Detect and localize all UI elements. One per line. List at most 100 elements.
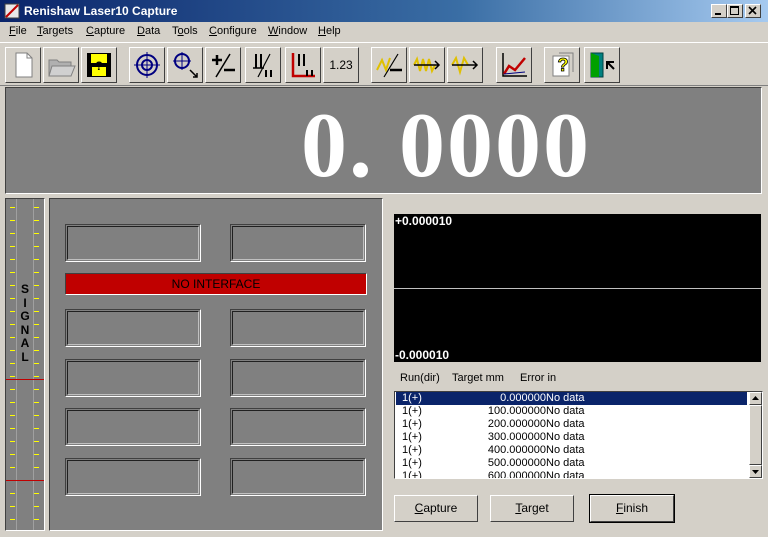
signal-tick [10,454,15,455]
signal-tick [10,259,15,260]
new-button[interactable] [5,47,41,83]
window-title: Renishaw Laser10 Capture [24,4,178,18]
target-icon [134,52,160,78]
list-item[interactable]: 1(+) 600.000000 No data [396,470,747,478]
status-field-9 [65,458,201,496]
signal-tick [34,467,39,468]
signal-tick [10,233,15,234]
signal-tick [34,246,39,247]
signal-tick [34,259,39,260]
graph-button[interactable] [496,47,532,83]
help-icon: ? [552,52,574,77]
signal-tick [10,337,15,338]
laser-beam-icon [376,53,402,78]
list-item[interactable]: 1(+) 0.000000 No data [396,392,747,405]
help-button[interactable]: ? [544,47,580,83]
column-header-run: Run(dir) [400,372,440,384]
list-item[interactable]: 1(+) 300.000000 No data [396,431,747,444]
signal-tick [34,233,39,234]
signal-tick [34,519,39,520]
list-item[interactable]: 1(+) 500.000000 No data [396,457,747,470]
signal-tick [34,441,39,442]
close-icon [748,6,757,15]
signal-tick [34,454,39,455]
signal-wave-button[interactable] [447,47,483,83]
scroll-up-button[interactable] [749,392,762,405]
close-button[interactable] [745,4,761,18]
signal-strength-bar: S I G N A L [5,198,45,531]
signal-wave-icon [451,55,479,76]
graph-top-label: +0.000010 [395,214,453,228]
status-field-3 [65,309,201,347]
wave-icon [413,56,441,74]
capture-button[interactable]: Capture [394,495,478,522]
maximize-button[interactable] [727,4,743,18]
reverse-button[interactable] [285,47,321,83]
list-item[interactable]: 1(+) 200.000000 No data [396,418,747,431]
menu-tools[interactable]: Tools [172,25,198,37]
signal-tick [34,506,39,507]
scroll-down-button[interactable] [749,465,762,478]
column-header-target: Target mm [452,372,504,384]
list-item[interactable]: 1(+) 400.000000 No data [396,444,747,457]
signal-tick [10,350,15,351]
pause-capture-button[interactable] [245,47,281,83]
signal-tick [34,402,39,403]
scroll-down-icon [752,470,759,474]
target-nav-button[interactable]: Target [490,495,574,522]
numeric-format-button[interactable]: 1.23 [323,47,359,83]
signal-tick [10,467,15,468]
error-graph: +0.000010 -0.000010 [394,214,761,362]
signal-tick [10,324,15,325]
menu-help[interactable]: Help [318,25,341,37]
save-button[interactable]: ? [81,47,117,83]
signal-threshold-upper [6,379,44,380]
signal-tick [34,428,39,429]
signal-tick [10,441,15,442]
open-button[interactable] [43,47,79,83]
signal-threshold-lower [6,480,44,481]
capture-area: +0.000010 -0.000010 Run(dir) Target mm E… [386,198,763,531]
target-button[interactable] [129,47,165,83]
capture-data-list[interactable]: 1(+) 0.000000 No data 1(+) 100.000000 No dat… [394,391,763,479]
numeric-format-label: 1.23 [329,58,353,72]
signal-tick [34,207,39,208]
signal-tick [34,285,39,286]
plus-minus-button[interactable] [205,47,241,83]
scroll-thumb[interactable] [749,405,762,465]
pause-capture-icon [253,53,272,78]
target-move-icon [173,52,198,78]
no-interface-banner: NO INTERFACE [65,273,367,295]
list-item[interactable]: 1(+) 100.000000 No data [396,405,747,418]
graph-zero-line [394,288,761,289]
laser-beam-button[interactable] [371,47,407,83]
finish-button[interactable]: Finish [589,494,675,523]
signal-tick [34,493,39,494]
minimize-button[interactable] [711,4,727,18]
reading-value: 0. 0000 [301,94,591,196]
signal-tick [10,285,15,286]
signal-tick [10,220,15,221]
signal-tick [34,272,39,273]
target-move-button[interactable] [167,47,203,83]
status-field-4 [230,309,366,347]
menu-targets[interactable]: Targets [37,25,73,37]
signal-tick [10,207,15,208]
menu-bar: File Targets Capture Data Tools Configur… [0,22,768,42]
list-scrollbar[interactable] [749,392,762,478]
open-folder-icon [48,59,76,77]
menu-window[interactable]: Window [268,25,307,37]
menu-capture[interactable]: Capture [86,25,125,37]
menu-file[interactable]: File [9,25,27,37]
exit-button[interactable] [584,47,620,83]
svg-text:?: ? [95,59,102,73]
status-field-5 [65,359,201,397]
signal-label: S I G N A L [20,282,30,364]
menu-data[interactable]: Data [137,25,160,37]
wave-button[interactable] [409,47,445,83]
graph-icon [502,53,527,77]
menu-configure[interactable]: Configure [209,25,257,37]
plus-minus-icon [212,53,235,78]
signal-tick [10,376,15,377]
signal-tick [34,311,39,312]
